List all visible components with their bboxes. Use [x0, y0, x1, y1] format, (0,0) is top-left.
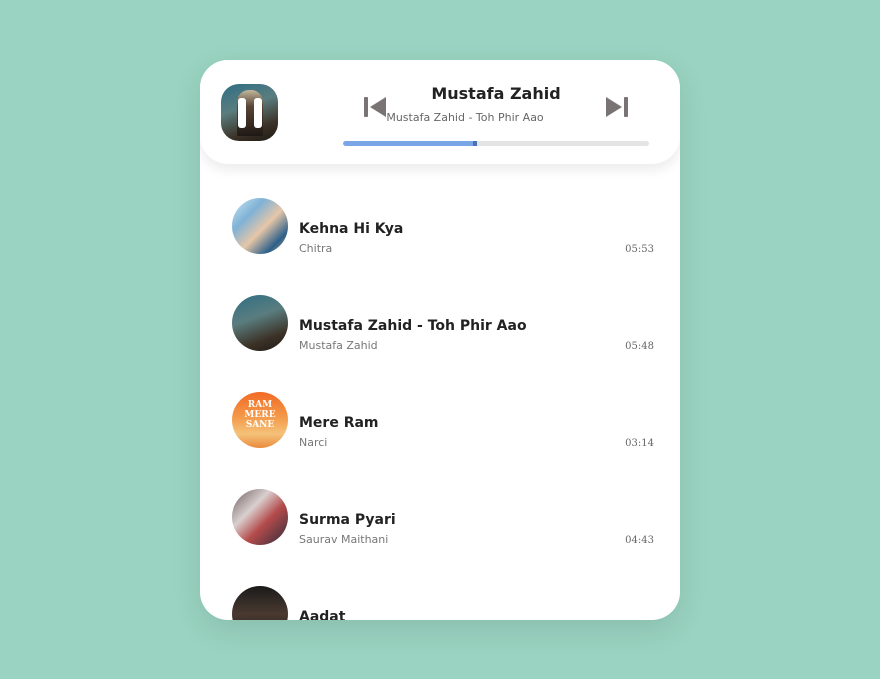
song-duration: 05:48 — [625, 341, 654, 352]
song-cover — [232, 295, 288, 351]
song-item[interactable]: Surma Pyari Saurav Maithani 04:43 — [200, 479, 680, 569]
song-cover — [232, 198, 288, 254]
now-playing-cover[interactable] — [221, 84, 278, 141]
pause-icon[interactable] — [238, 98, 262, 128]
song-item[interactable]: RAM MERE SANE Mere Ram Narci 03:14 — [200, 382, 680, 472]
song-cover — [232, 586, 288, 620]
song-item[interactable]: Aadat — [200, 576, 680, 620]
song-duration: 03:14 — [625, 438, 654, 449]
song-title: Aadat — [299, 609, 346, 620]
progress-bar[interactable] — [343, 141, 649, 146]
cover-text: RAM MERE SANE — [244, 400, 276, 430]
song-title: Mustafa Zahid - Toh Phir Aao — [299, 318, 527, 334]
music-player-card: Mustafa Zahid Mustafa Zahid - Toh Phir A… — [200, 60, 680, 620]
song-title: Mere Ram — [299, 415, 379, 431]
now-playing-subtitle: Mustafa Zahid - Toh Phir Aao — [386, 111, 544, 124]
song-artist: Mustafa Zahid — [299, 339, 378, 352]
song-artist: Chitra — [299, 242, 333, 255]
progress-fill — [343, 141, 475, 146]
now-playing-title: Mustafa Zahid — [431, 84, 561, 103]
progress-handle[interactable] — [472, 141, 477, 146]
song-list: Kehna Hi Kya Chitra 05:53 Mustafa Zahid … — [200, 164, 680, 620]
song-item[interactable]: Kehna Hi Kya Chitra 05:53 — [200, 188, 680, 278]
song-artist: Narci — [299, 436, 328, 449]
song-title: Kehna Hi Kya — [299, 221, 404, 237]
song-cover — [232, 489, 288, 545]
song-item[interactable]: Mustafa Zahid - Toh Phir Aao Mustafa Zah… — [200, 285, 680, 375]
song-cover: RAM MERE SANE — [232, 392, 288, 448]
now-playing-bar: Mustafa Zahid Mustafa Zahid - Toh Phir A… — [200, 60, 680, 164]
song-artist: Saurav Maithani — [299, 533, 389, 546]
song-title: Surma Pyari — [299, 512, 396, 528]
skip-next-icon[interactable] — [604, 94, 630, 120]
song-duration: 05:53 — [625, 244, 654, 255]
song-duration: 04:43 — [625, 535, 654, 546]
